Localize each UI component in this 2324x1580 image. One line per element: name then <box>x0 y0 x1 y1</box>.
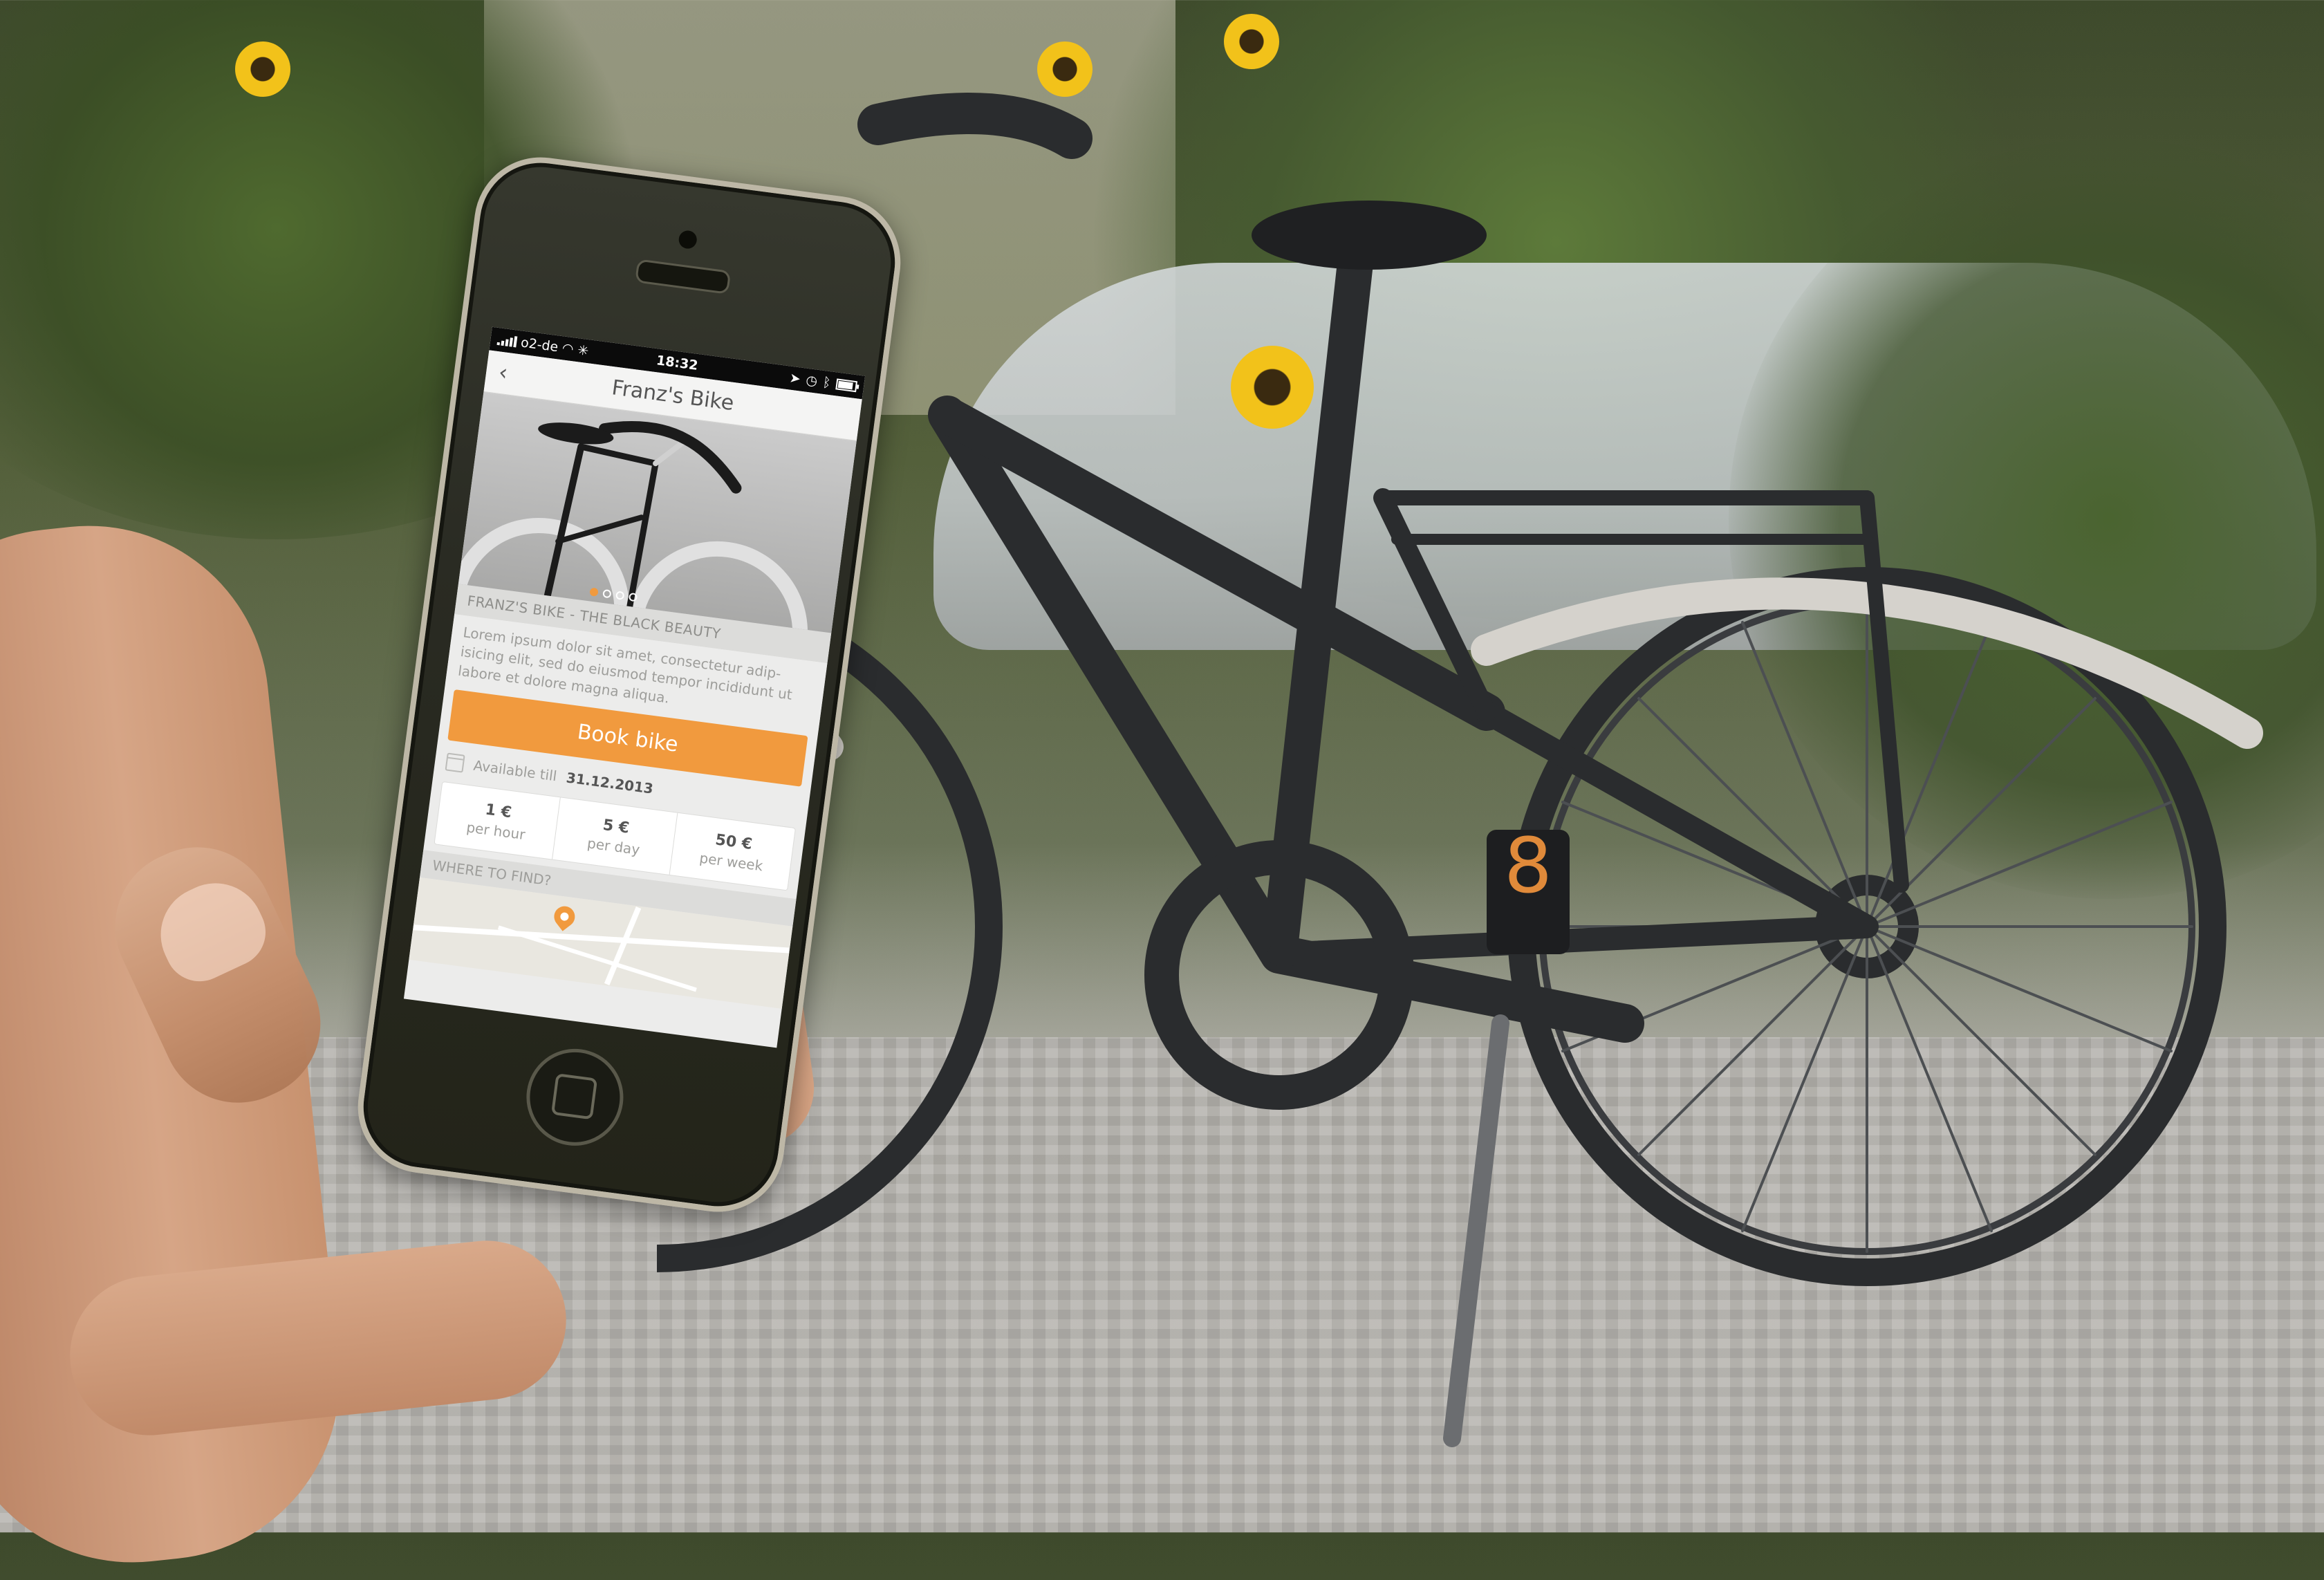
availability-date: 31.12.2013 <box>565 769 655 797</box>
price-amount: 1 € <box>484 800 513 821</box>
calendar-icon <box>445 752 465 773</box>
svg-text:8: 8 <box>1504 821 1552 910</box>
front-camera <box>678 229 698 250</box>
price-unit: per day <box>586 834 641 858</box>
status-time: 18:32 <box>655 353 699 373</box>
price-hour: 1 € per hour <box>434 782 561 859</box>
map-road <box>413 924 790 954</box>
map-road <box>604 907 642 985</box>
price-amount: 50 € <box>714 830 754 853</box>
home-button[interactable] <box>520 1043 629 1152</box>
app-screen: o2-de ◠ ✳ 18:32 ➤ ◷ ᛒ ‹ Franz's Bike FRA… <box>403 326 866 1048</box>
gallery-dot[interactable] <box>615 591 625 600</box>
carrier-name: o2-de <box>519 335 559 355</box>
gallery-dot[interactable] <box>589 587 599 597</box>
bicycle-photo: 8 <box>657 93 2263 1447</box>
availability-label: Available till <box>472 756 558 785</box>
price-unit: per hour <box>465 818 527 843</box>
battery-icon <box>835 378 858 393</box>
location-icon: ➤ <box>788 370 802 387</box>
gallery-dot[interactable] <box>628 592 638 602</box>
price-day: 5 € per day <box>552 797 678 875</box>
sunflower <box>235 41 290 97</box>
wifi-icon: ◠ <box>561 340 575 357</box>
earpiece-speaker <box>635 259 732 295</box>
gallery-dot[interactable] <box>602 588 612 599</box>
bluetooth-icon: ᛒ <box>821 374 832 391</box>
price-week: 50 € per week <box>670 813 795 891</box>
alarm-icon: ◷ <box>805 372 819 389</box>
map-pin-icon[interactable] <box>550 902 579 931</box>
price-amount: 5 € <box>602 816 631 837</box>
activity-icon: ✳ <box>577 342 590 360</box>
price-unit: per week <box>698 849 764 874</box>
signal-icon <box>496 334 518 348</box>
